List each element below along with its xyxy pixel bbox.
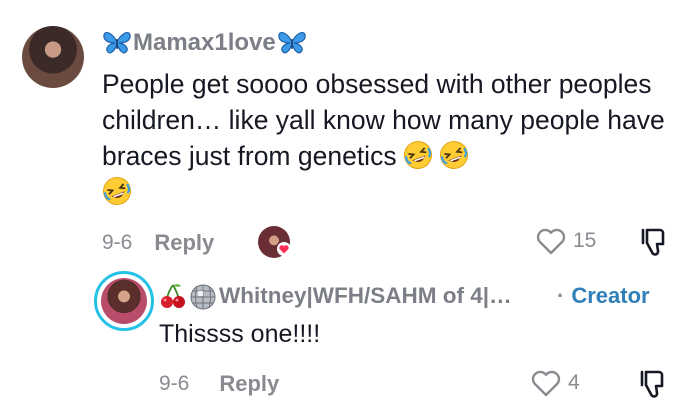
dislike-button[interactable]	[637, 368, 669, 402]
cherries-icon	[159, 282, 187, 310]
reply-date: 9-6	[159, 372, 190, 395]
mirror-ball-icon	[189, 282, 217, 310]
reply-button[interactable]: Reply	[154, 230, 214, 256]
like-count: 4	[568, 371, 580, 394]
reply-meta: 9-6 Reply	[159, 369, 279, 399]
dislike-button[interactable]	[638, 226, 670, 260]
username-text: Mamax1love	[133, 29, 276, 56]
username-text: Whitney|WFH/SAHM of 4|…	[219, 283, 512, 308]
comment-username[interactable]: Mamax1love	[102, 27, 307, 59]
laughing-emoji-icon	[439, 140, 469, 170]
comment-body: People get soooo obsessed with other peo…	[102, 69, 665, 171]
commenter-avatar[interactable]	[22, 26, 84, 88]
creator-label: Creator	[571, 283, 650, 308]
creator-avatar[interactable]	[101, 278, 147, 324]
like-count: 15	[573, 229, 597, 252]
separator-dot: ·	[557, 283, 565, 308]
reply-button[interactable]: Reply	[219, 371, 279, 397]
reply-username[interactable]: Whitney|WFH/SAHM of 4|…	[159, 281, 512, 311]
comment-date: 9-6	[102, 231, 133, 254]
creator-badge: · Creator	[557, 281, 650, 311]
heart-outline-icon	[530, 368, 562, 398]
like-button[interactable]: 4	[530, 368, 580, 398]
comment-meta: 9-6 Reply	[102, 228, 214, 258]
butterfly-icon	[277, 30, 307, 56]
heart-outline-icon	[535, 226, 567, 256]
heart-badge-icon	[277, 242, 291, 256]
reply-text: Thissss one!!!!	[159, 320, 321, 348]
thumbs-down-icon	[641, 228, 665, 256]
like-button[interactable]: 15	[535, 226, 596, 256]
butterfly-icon	[102, 30, 132, 56]
thumbs-down-icon	[640, 370, 664, 398]
laughing-emoji-icon	[403, 140, 433, 170]
comment-text: People get soooo obsessed with other peo…	[102, 66, 682, 210]
laughing-emoji-icon	[102, 176, 132, 206]
